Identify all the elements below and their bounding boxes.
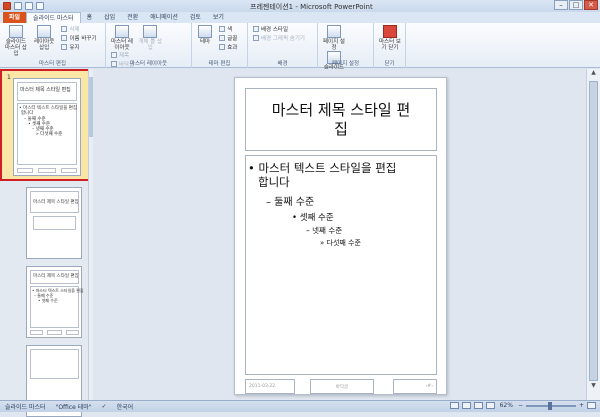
status-theme[interactable]: "Office 테마" [51,402,97,411]
thumbnail-layout-2[interactable]: 마스터 제목 스타일 편집 • 마스터 텍스트 스타일을 편집 – 둘째 수준 … [26,266,84,338]
close-master-view-button[interactable]: 마스터 보기 닫기 [377,25,403,51]
group-page-setup: 페이지 설정 슬라이드 방향 페이지 설정 [318,23,374,77]
rename-button[interactable]: 이름 바꾸기 [61,34,97,42]
scroll-up-icon[interactable]: ▲ [587,69,600,79]
maximize-button[interactable]: □ [569,0,583,10]
pin-icon [61,44,68,50]
title-checkbox[interactable]: 제목 [111,51,134,59]
thumbnail-scrollbar[interactable] [88,69,93,400]
effects-button[interactable]: 효과 [219,43,237,51]
window-title: 프레젠테이션1 - Microsoft PowerPoint [250,3,373,11]
background-icon [253,26,259,32]
checkbox-icon [253,35,259,41]
colors-button[interactable]: 색 [219,25,237,33]
group-master-layout: 마스터 레이아웃 개체 틀 삽입 제목 바닥글 마스터 레이아웃 [106,23,192,68]
tab-home[interactable]: 홈 [81,12,99,23]
slide-number-placeholder[interactable]: ‹#› [393,379,437,394]
reading-view-icon[interactable] [473,402,483,409]
thumbnail-master-selected[interactable]: 1 마스터 제목 스타일 편집 • 마스터 텍스트 스타일을 편집 합니다 – … [0,69,92,181]
effects-icon [219,44,226,50]
tab-slide-master[interactable]: 슬라이드 마스터 [26,12,81,23]
group-close: 마스터 보기 닫기 닫기 [374,23,406,68]
colors-icon [219,26,226,32]
fit-to-window-icon[interactable] [587,402,596,409]
group-edit-theme: 테마 색 글꼴 효과 테마 편집 [192,23,248,68]
status-bar: 슬라이드 마스터 "Office 테마" ✓ 한국어 62% − + [0,400,600,412]
title-bar: 프레젠테이션1 - Microsoft PowerPoint – □ ✕ [0,0,600,12]
themes-button[interactable]: 테마 [195,25,215,45]
quick-access-toolbar [0,2,44,10]
close-master-icon [383,25,397,38]
tab-review[interactable]: 검토 [184,12,207,23]
body-level-3: • 셋째 수준 [292,213,334,223]
group-background: 배경 스타일 배경 그래픽 숨기기 배경 [248,23,318,68]
spell-check-icon[interactable]: ✓ [97,403,112,410]
redo-icon[interactable] [36,2,44,10]
master-layout-icon [115,25,129,38]
ribbon-tabs: 파일 슬라이드 마스터 홈 삽입 전환 애니메이션 검토 보기 [0,12,600,23]
fonts-button[interactable]: 글꼴 [219,34,237,42]
tab-file[interactable]: 파일 [3,12,27,23]
slide-editing-area: 마스터 제목 스타일 편 집 • 마스터 텍스트 스타일을 편집 합니다 – 둘… [94,69,586,400]
page-setup-button[interactable]: 페이지 설정 [321,25,347,51]
delete-button[interactable]: 삭제 [61,25,96,33]
thumbnail-title: 마스터 제목 스타일 편집 [20,87,71,93]
tab-transitions[interactable]: 전환 [121,12,144,23]
zoom-level[interactable]: 62% [498,402,515,409]
status-view: 슬라이드 마스터 [5,404,46,411]
layout-icon [37,25,52,38]
body-level-5: » 다섯째 수준 [320,239,361,247]
tab-insert[interactable]: 삽입 [98,12,121,23]
insert-placeholder-button[interactable]: 개체 틀 삽입 [137,25,163,51]
rename-icon [61,35,68,41]
slide-thumbnail-panel: 1 마스터 제목 스타일 편집 • 마스터 텍스트 스타일을 편집 합니다 – … [0,69,93,417]
slide-master-canvas: 마스터 제목 스타일 편 집 • 마스터 텍스트 스타일을 편집 합니다 – 둘… [234,77,447,395]
powerpoint-logo-icon[interactable] [3,2,11,10]
thumbnail-master-slide: 마스터 제목 스타일 편집 • 마스터 텍스트 스타일을 편집 합니다 – 둘째… [13,78,81,176]
slide-sorter-view-icon[interactable] [461,402,471,409]
zoom-out-icon[interactable]: − [518,402,523,409]
theme-icon [198,25,212,38]
save-icon[interactable] [14,2,22,10]
ribbon: 슬라이드 마스터 삽입 레이아웃 삽입 삭제 이름 바꾸기 유지 마스터 편집 … [0,23,600,77]
group-master-edit: 슬라이드 마스터 삽입 레이아웃 삽입 삭제 이름 바꾸기 유지 마스터 편집 [0,23,106,68]
delete-icon [61,26,68,32]
close-button[interactable]: ✕ [584,0,598,10]
checkbox-icon [111,52,117,58]
tab-animations[interactable]: 애니메이션 [144,12,184,23]
tab-view[interactable]: 보기 [207,12,230,23]
zoom-slider[interactable] [525,401,576,410]
thumbnail-layout-1[interactable]: 마스터 제목 스타일 편집 [26,187,82,259]
background-styles-button[interactable]: 배경 스타일 [253,25,305,33]
insert-slide-master-button[interactable]: 슬라이드 마스터 삽입 [3,25,29,57]
scroll-down-icon[interactable]: ▼ [587,382,600,392]
slide-master-icon [9,25,23,38]
vertical-scrollbar[interactable]: ▲ ▼ [586,69,600,400]
body-level-2: – 둘째 수준 [266,197,315,208]
fonts-icon [219,35,226,41]
body-level-4: – 넷째 수준 [306,226,343,235]
insert-layout-button[interactable]: 레이아웃 삽입 [31,25,57,51]
body-placeholder[interactable]: • 마스터 텍스트 스타일을 편집 합니다 – 둘째 수준 • 셋째 수준 – … [245,155,437,375]
normal-view-icon[interactable] [449,402,459,409]
title-line-1: 마스터 제목 스타일 편 [271,100,411,119]
preserve-button[interactable]: 유지 [61,43,96,51]
placeholder-icon [143,25,158,38]
hide-background-graphics-checkbox[interactable]: 배경 그래픽 숨기기 [253,34,305,42]
status-language[interactable]: 한국어 [112,402,139,411]
title-placeholder[interactable]: 마스터 제목 스타일 편 집 [245,88,437,151]
master-layout-button[interactable]: 마스터 레이아웃 [109,25,135,51]
date-placeholder[interactable]: 2011-03-22 [245,379,295,394]
footer-placeholder[interactable]: 바닥글 [310,379,374,394]
undo-icon[interactable] [25,2,33,10]
body-level-1-cont: 합니다 [258,175,290,189]
slideshow-view-icon[interactable] [485,402,495,409]
page-setup-icon [327,25,341,38]
title-line-2: 집 [334,119,348,138]
scroll-thumb[interactable] [589,81,598,381]
zoom-in-icon[interactable]: + [579,402,584,409]
minimize-button[interactable]: – [554,0,568,10]
